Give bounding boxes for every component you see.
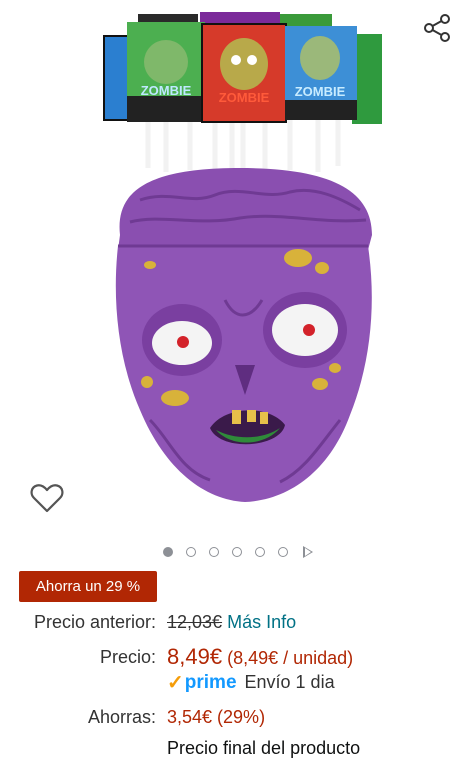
- lollipop-wrapper-red: ZOMBIE: [201, 23, 287, 123]
- price-label: Precio:: [99, 647, 156, 667]
- lollipop-sticks: [145, 118, 341, 176]
- prime-check-icon: ✓: [167, 672, 184, 694]
- prime-shipping-row: ✓ prime Envío 1 dia: [167, 670, 335, 695]
- carousel-dot[interactable]: [162, 547, 173, 557]
- carousel-dot[interactable]: [231, 547, 242, 557]
- previous-price-label: Precio anterior:: [33, 612, 156, 632]
- final-price-note: Precio final del producto: [167, 738, 361, 758]
- more-info-link[interactable]: Más Info: [227, 612, 296, 632]
- lollipop-wrapper-lightblue: ZOMBIE: [285, 26, 357, 120]
- shipping-text: Envío 1 dia: [244, 672, 335, 692]
- lollipop-wrapper-green: ZOMBIE: [127, 22, 205, 122]
- carousel-dot[interactable]: [254, 547, 265, 557]
- zombie-head-jar: [115, 168, 372, 502]
- savings-label: Ahorras:: [87, 707, 156, 727]
- previous-price-value: 12,03€: [167, 612, 223, 632]
- product-image[interactable]: ZOMBIE ZOMBIE ZOMBIE: [0, 0, 475, 530]
- image-carousel-dots: [0, 545, 475, 559]
- video-play-icon[interactable]: [302, 546, 313, 558]
- carousel-dot[interactable]: [185, 547, 196, 557]
- prime-logo: ✓ prime: [167, 671, 237, 695]
- share-icon[interactable]: [421, 12, 453, 44]
- savings-value: 3,54€ (29%): [167, 707, 266, 727]
- carousel-dot[interactable]: [277, 547, 288, 557]
- lollipop-label: ZOMBIE: [295, 84, 346, 99]
- carousel-dot[interactable]: [208, 547, 219, 557]
- deal-badge: Ahorra un 29 %: [19, 571, 157, 602]
- price-unit: (8,49€ / unidad): [227, 648, 354, 668]
- price-value: 8,49€: [167, 644, 223, 669]
- lollipop-label: ZOMBIE: [219, 90, 270, 105]
- lollipop-label: ZOMBIE: [141, 83, 192, 98]
- heart-icon[interactable]: [30, 482, 64, 514]
